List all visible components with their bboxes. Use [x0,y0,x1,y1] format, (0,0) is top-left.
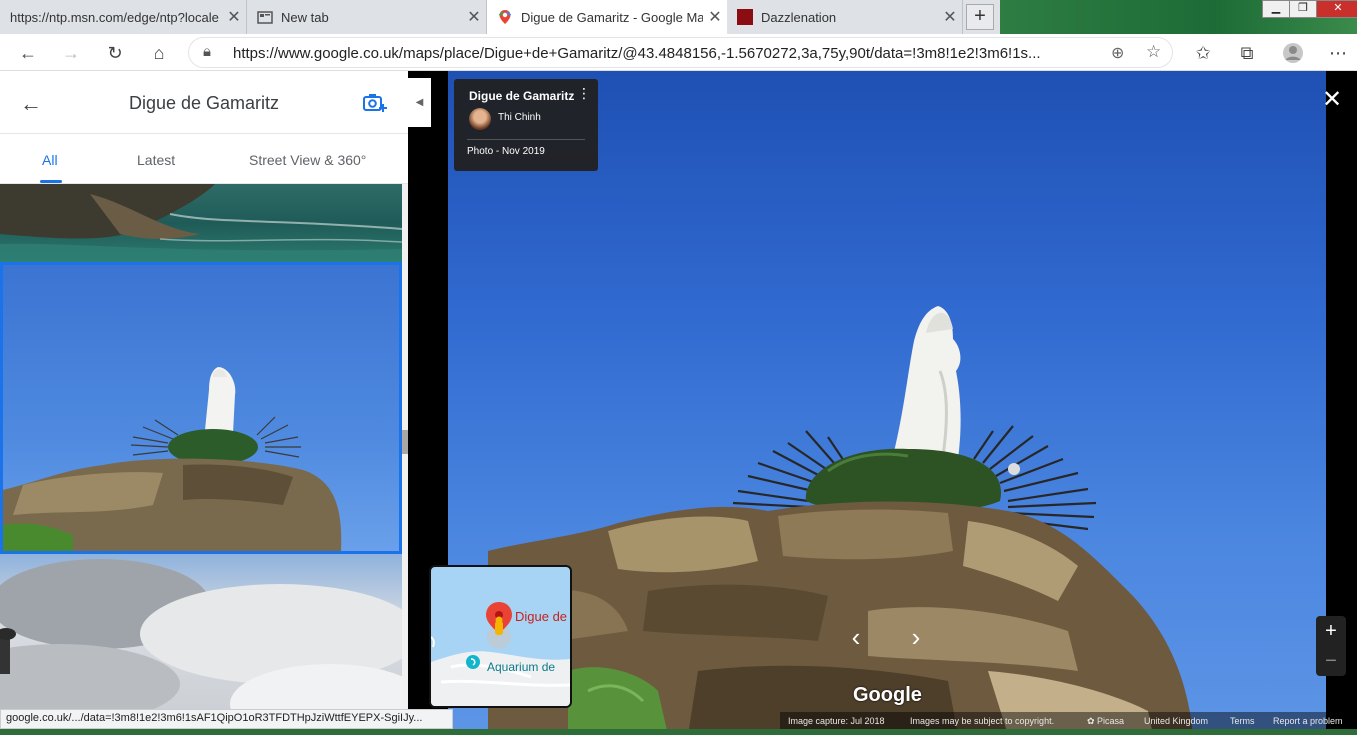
picasa-icon: ✿ [1087,716,1095,726]
region-link[interactable]: United Kingdom [1144,716,1208,726]
photo-info-card: Digue de Gamaritz ⋮ Thi Chinh Photo - No… [454,79,598,171]
photo-filter-tabs: All Latest Street View & 360° [0,134,408,184]
tab-all[interactable]: All [42,152,58,168]
maximize-button[interactable]: ❐ [1289,0,1317,18]
back-icon[interactable]: ← [15,40,41,66]
add-photo-icon[interactable] [362,91,388,120]
report-problem-link[interactable]: Report a problem [1273,716,1343,726]
place-title: Digue de Gamaritz [128,93,280,113]
new-tab-button[interactable]: + [966,4,994,30]
lock-icon[interactable]: 🔒︎ [203,43,211,60]
google-maps-icon [497,9,513,25]
favorites-icon[interactable]: ✩ [1190,40,1216,66]
copyright-notice: Images may be subject to copyright. [910,716,1055,726]
window-close-button[interactable]: ✕ [1316,0,1357,18]
close-icon[interactable]: ✕ [938,7,962,27]
divider [467,139,585,140]
url-text: https://www.google.co.uk/maps/place/Digu… [233,45,1041,62]
address-bar[interactable]: 🔒︎ https://www.google.co.uk/maps/place/D… [188,37,1173,68]
previous-photo-icon[interactable]: ‹ [841,622,871,652]
side-panel-scrollbar[interactable] [402,184,408,735]
browser-status-bar: google.co.uk/.../data=!3m8!1e2!3m6!1sAF1… [0,709,453,729]
next-photo-icon[interactable]: › [901,622,931,652]
image-capture-date: Image capture: Jul 2018 [788,716,885,726]
tab-label: https://ntp.msn.com/edge/ntp?locale [10,9,219,25]
home-icon[interactable]: ⌂ [146,40,172,66]
close-icon[interactable]: ✕ [462,7,486,27]
tab-latest[interactable]: Latest [137,152,175,168]
tab-strip: https://ntp.msn.com/edge/ntp?locale ✕ Ne… [0,0,1357,34]
photo-thumbnail[interactable] [0,184,402,262]
minimap[interactable]: Digue de Aquarium de [429,565,572,708]
photo-date: Photo - Nov 2019 [467,146,545,157]
profile-avatar-icon[interactable] [1280,40,1306,66]
tab-dazzlenation[interactable]: Dazzlenation ✕ [727,0,963,34]
close-icon[interactable]: ✕ [703,7,727,27]
browser-toolbar: ← → ↻ ⌂ 🔒︎ https://www.google.co.uk/maps… [0,34,1357,71]
zoom-out-button[interactable]: − [1316,646,1346,676]
tab-label: Dazzlenation [761,9,837,25]
photos-side-panel: ← Digue de Gamaritz All Latest Street Vi… [0,71,408,735]
picasa-label: Picasa [1097,716,1125,726]
tab-new-tab[interactable]: New tab ✕ [247,0,487,34]
refresh-icon[interactable]: ↻ [102,40,128,66]
photo-author[interactable]: Thi Chinh [498,112,541,123]
author-avatar[interactable] [469,108,491,130]
minimap-pin-label: Digue de [515,609,568,624]
photo-thumbnail-selected[interactable] [0,262,402,554]
star-icon[interactable]: ☆ [1146,42,1161,62]
active-tab-indicator [40,180,62,183]
google-logo: Google [853,684,922,706]
tab-label: Digue de Gamaritz - Google Maps [521,9,703,25]
tab-label: New tab [281,9,329,25]
photo-place-name[interactable]: Digue de Gamaritz [469,89,574,103]
dazzlenation-icon [737,9,753,25]
tab-google-maps[interactable]: Digue de Gamaritz - Google Maps ✕ [487,0,727,34]
more-menu-icon[interactable]: ⋯ [1325,40,1351,66]
add-icon[interactable]: ⊕ [1111,43,1124,63]
tab-street-view[interactable]: Street View & 360° [249,152,366,168]
os-taskbar [0,729,1357,735]
collapse-panel-button[interactable]: ◀ [408,78,431,127]
terms-link[interactable]: Terms [1230,716,1255,726]
forward-icon[interactable]: → [58,40,84,66]
scrollbar-thumb[interactable] [402,430,408,454]
tab-msn[interactable]: https://ntp.msn.com/edge/ntp?locale ✕ [0,0,247,34]
close-viewer-icon[interactable]: ✕ [1320,88,1344,112]
close-icon[interactable]: ✕ [222,7,246,27]
viewer-footer: Image capture: Jul 2018 Images may be su… [780,712,1357,730]
side-panel-header: ← Digue de Gamaritz [0,71,408,134]
photo-thumbnail[interactable] [0,554,402,735]
zoom-in-button[interactable]: + [1316,616,1346,646]
more-options-icon[interactable]: ⋮ [577,86,591,100]
minimize-button[interactable]: ▁ [1262,0,1290,18]
collections-icon[interactable]: ⧉ [1234,40,1260,66]
minimap-poi-label: Aquarium de [487,660,556,674]
zoom-controls: + − [1316,616,1346,676]
new-tab-page-icon [257,9,273,25]
